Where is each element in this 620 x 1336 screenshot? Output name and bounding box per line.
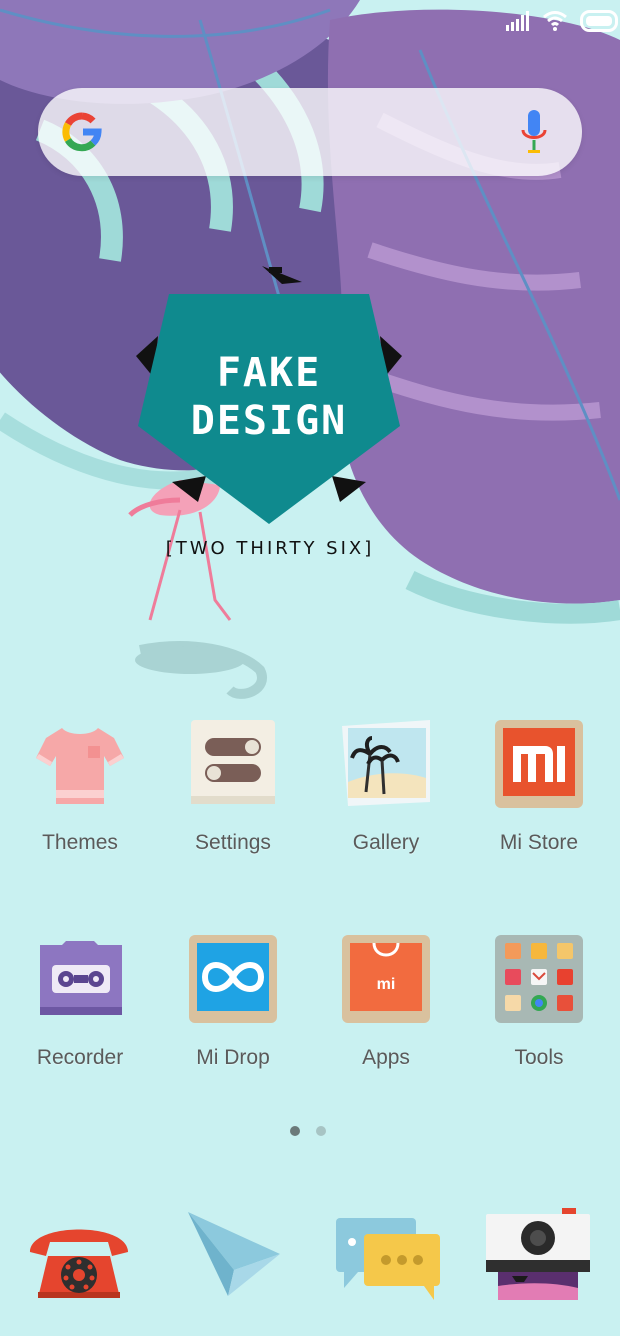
microphone-icon[interactable]	[520, 108, 548, 156]
app-gallery[interactable]: Gallery	[326, 716, 446, 855]
app-mi-store[interactable]: Mi Store	[479, 716, 599, 855]
google-search-bar[interactable]	[38, 88, 582, 176]
app-settings[interactable]: Settings	[173, 716, 293, 855]
app-label: Settings	[195, 831, 271, 854]
logo-title-line2: DESIGN	[191, 398, 348, 444]
google-g-icon	[62, 112, 102, 152]
toggles-icon	[191, 720, 275, 804]
wallpaper-logo: FAKE DESIGN	[136, 266, 402, 524]
page-dot[interactable]	[316, 1126, 326, 1136]
app-mi-drop[interactable]: Mi Drop	[173, 931, 293, 1070]
mi-logo-icon	[495, 720, 583, 808]
svg-text:mi: mi	[377, 976, 396, 993]
app-label: Tools	[514, 1046, 564, 1069]
app-label: Recorder	[36, 1046, 124, 1069]
folder-grid-icon	[495, 935, 583, 1023]
battery-icon	[580, 10, 618, 32]
page-dot-active[interactable]	[290, 1126, 300, 1136]
chat-bubbles-icon[interactable]	[334, 1212, 444, 1312]
app-themes[interactable]: Themes	[20, 716, 140, 855]
paper-plane-icon[interactable]	[182, 1206, 292, 1306]
app-tools[interactable]: Tools	[479, 931, 599, 1070]
signal-icon	[506, 11, 529, 31]
palm-tree-photo-icon	[342, 720, 430, 806]
camera-icon[interactable]	[484, 1206, 594, 1306]
phone-icon[interactable]	[24, 1212, 134, 1312]
app-label: Gallery	[352, 831, 420, 854]
shopping-bag-icon: mi	[342, 935, 430, 1023]
page-indicator	[290, 1126, 326, 1136]
app-label: Mi Drop	[196, 1046, 270, 1069]
status-bar	[0, 0, 620, 46]
app-label: Mi Store	[499, 831, 579, 854]
app-label: Apps	[362, 1046, 410, 1069]
app-label: Themes	[42, 831, 118, 854]
cassette-icon	[40, 941, 122, 1015]
tshirt-icon	[36, 728, 124, 804]
infinity-icon	[189, 935, 277, 1023]
wifi-icon	[543, 11, 567, 31]
logo-tagline: [TWO THIRTY SIX]	[165, 538, 375, 559]
logo-title-line1: FAKE	[217, 350, 321, 396]
app-apps[interactable]: mi Apps	[326, 931, 446, 1070]
app-recorder[interactable]: Recorder	[20, 931, 140, 1070]
